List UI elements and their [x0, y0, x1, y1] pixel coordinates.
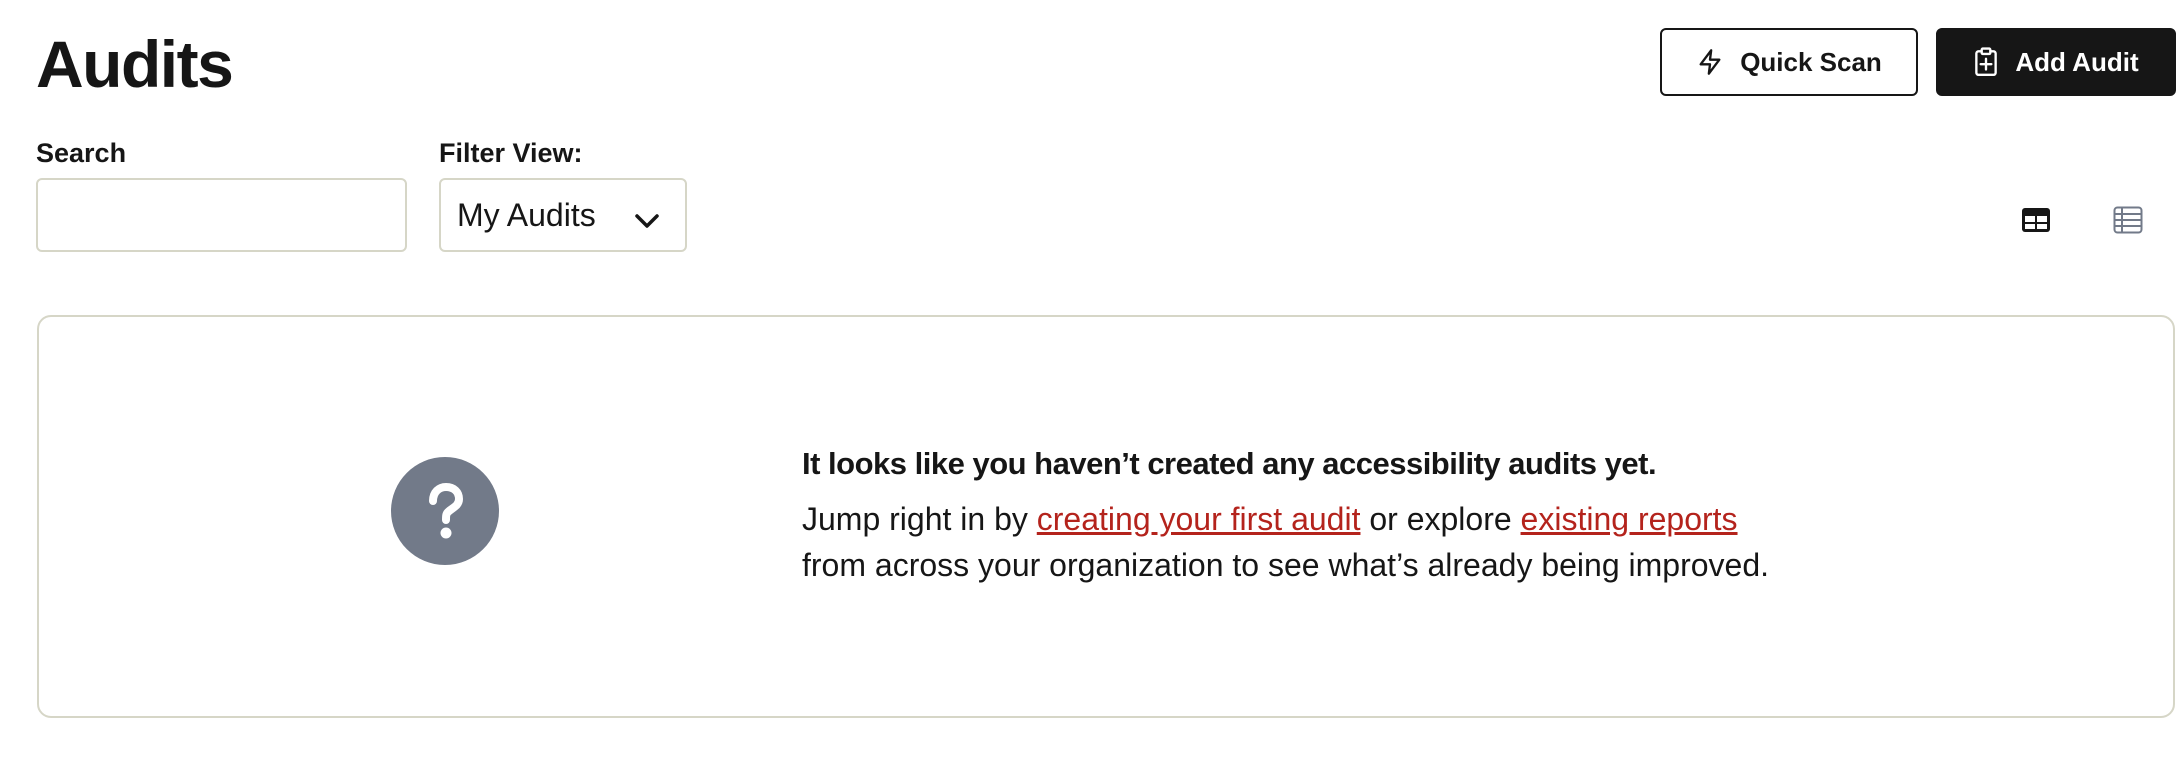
- clipboard-plus-icon: [1973, 47, 1999, 77]
- page-title: Audits: [36, 27, 234, 101]
- audits-page: Audits Quick Scan Add Audit Search Filte…: [0, 0, 2180, 762]
- existing-reports-link[interactable]: existing reports: [1521, 501, 1738, 537]
- create-first-audit-link[interactable]: creating your first audit: [1037, 501, 1361, 537]
- empty-state-card: It looks like you haven’t created any ac…: [37, 315, 2175, 718]
- filter-view-label: Filter View:: [439, 138, 583, 168]
- quick-scan-button[interactable]: Quick Scan: [1660, 28, 1918, 96]
- filter-view-select[interactable]: My Audits: [439, 178, 687, 252]
- empty-body-suffix: from across your organization to see wha…: [802, 547, 1770, 583]
- chevron-down-icon: [633, 204, 661, 241]
- empty-state-body: Jump right in by creating your first aud…: [802, 496, 1902, 588]
- question-icon: [391, 457, 499, 565]
- table-grid-icon: [2021, 207, 2051, 238]
- search-input[interactable]: [36, 178, 407, 252]
- grid-view-toggle[interactable]: [2014, 200, 2058, 244]
- lightning-icon: [1696, 48, 1724, 76]
- filter-view-value: My Audits: [457, 196, 596, 233]
- empty-body-middle: or explore: [1360, 501, 1521, 537]
- quick-scan-label: Quick Scan: [1740, 46, 1882, 77]
- list-icon: [2113, 206, 2143, 239]
- search-label: Search: [36, 138, 127, 168]
- list-view-toggle[interactable]: [2106, 200, 2150, 244]
- empty-state-heading: It looks like you haven’t created any ac…: [802, 446, 1657, 481]
- empty-body-prefix: Jump right in by: [802, 501, 1037, 537]
- add-audit-button[interactable]: Add Audit: [1936, 28, 2176, 96]
- add-audit-label: Add Audit: [2015, 46, 2139, 77]
- empty-state-message: It looks like you haven’t created any ac…: [802, 442, 1902, 588]
